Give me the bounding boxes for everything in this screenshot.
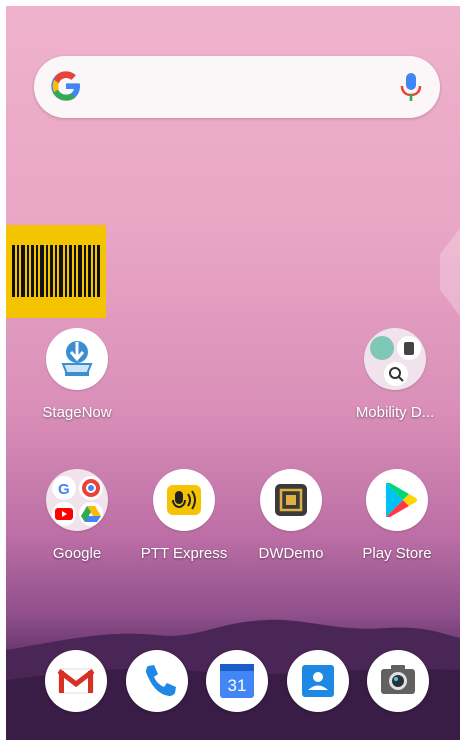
- app-label: Play Store: [362, 545, 432, 562]
- app-dwdemo[interactable]: DWDemo: [241, 469, 341, 562]
- app-mobility-folder[interactable]: Mobility D...: [345, 328, 445, 421]
- google-g-icon: [51, 71, 80, 101]
- contacts-icon: [302, 665, 334, 697]
- play-store-icon: [366, 469, 428, 531]
- app-stagenow[interactable]: StageNow: [27, 328, 127, 421]
- mobility-folder-icon: [364, 328, 426, 390]
- app-label: DWDemo: [258, 545, 324, 562]
- gmail-icon: [57, 668, 95, 694]
- ptt-express-icon: [153, 469, 215, 531]
- svg-text:G: G: [58, 481, 70, 498]
- phone-icon: [146, 665, 176, 696]
- dock-gmail[interactable]: [45, 650, 107, 712]
- edge-panel-handle[interactable]: [440, 228, 460, 316]
- camera-icon: [381, 665, 415, 694]
- app-google-folder[interactable]: G Google: [27, 469, 127, 562]
- app-label: StageNow: [42, 404, 112, 421]
- app-label: PTT Express: [140, 545, 228, 562]
- barcode-icon: [12, 245, 100, 297]
- app-ptt-express[interactable]: PTT Express: [134, 469, 234, 562]
- microphone-icon[interactable]: [400, 72, 422, 102]
- google-search-bar[interactable]: [34, 56, 440, 118]
- dock-phone[interactable]: [126, 650, 188, 712]
- dock-camera[interactable]: [367, 650, 429, 712]
- dock-calendar[interactable]: 31: [206, 650, 268, 712]
- app-play-store[interactable]: Play Store: [347, 469, 447, 562]
- home-screen: StageNow Mobility D... G Google PTT Expr…: [6, 6, 460, 740]
- stagenow-icon: [46, 328, 108, 390]
- google-folder-icon: G: [46, 469, 108, 531]
- dock-contacts[interactable]: [287, 650, 349, 712]
- calendar-day: 31: [228, 676, 247, 695]
- app-label: Google: [52, 545, 102, 562]
- calendar-icon: 31: [220, 664, 254, 698]
- barcode-widget[interactable]: [6, 225, 106, 318]
- app-label: Mobility D...: [355, 404, 435, 421]
- dwdemo-icon: [260, 469, 322, 531]
